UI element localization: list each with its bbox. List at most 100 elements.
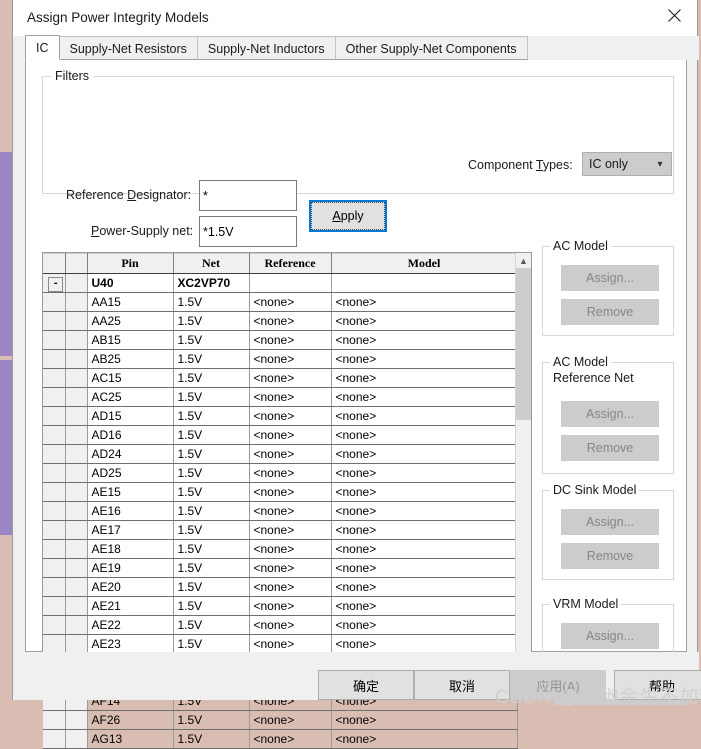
row-expander-cell[interactable] — [43, 368, 66, 388]
tab-ic[interactable]: IC — [25, 35, 60, 60]
row-expander-cell[interactable] — [43, 387, 66, 407]
collapse-icon[interactable]: - — [48, 276, 64, 292]
row-expander-cell[interactable] — [43, 463, 66, 483]
row-expander-cell[interactable] — [43, 501, 66, 521]
row-select-cell[interactable] — [65, 311, 88, 331]
ac-model-remove-button[interactable]: Remove — [561, 299, 659, 325]
table-row[interactable]: AB25 1.5V <none> <none> — [43, 349, 518, 369]
tab-supply-net-inductors[interactable]: Supply-Net Inductors — [196, 36, 336, 60]
row-select-cell[interactable] — [65, 425, 88, 445]
chevron-up-icon[interactable]: ▲ — [516, 253, 531, 268]
vertical-scroll-thumb[interactable] — [516, 268, 531, 420]
row-expander-cell[interactable] — [43, 349, 66, 369]
row-select-cell[interactable] — [65, 368, 88, 388]
row-expander-cell[interactable] — [43, 577, 66, 597]
row-select-cell[interactable] — [65, 615, 88, 635]
row-select-cell[interactable] — [65, 292, 88, 312]
row-expander-cell[interactable] — [43, 482, 66, 502]
column-header-reference[interactable]: Reference — [249, 253, 332, 274]
table-row[interactable]: AD25 1.5V <none> <none> — [43, 463, 518, 483]
close-icon[interactable] — [652, 0, 697, 30]
row-select-cell[interactable] — [65, 558, 88, 578]
dc-sink-model-remove-button[interactable]: Remove — [561, 543, 659, 569]
table-row[interactable]: AF26 1.5V <none> <none> — [43, 710, 518, 730]
row-expander-cell[interactable] — [43, 311, 66, 331]
table-row[interactable]: AE20 1.5V <none> <none> — [43, 577, 518, 597]
table-row[interactable]: AC25 1.5V <none> <none> — [43, 387, 518, 407]
row-select-cell[interactable] — [65, 539, 88, 559]
table-row[interactable]: AE18 1.5V <none> <none> — [43, 539, 518, 559]
table-row[interactable]: AG13 1.5V <none> <none> — [43, 729, 518, 749]
power-supply-net-input[interactable] — [199, 216, 297, 247]
row-select-cell[interactable] — [65, 387, 88, 407]
row-select-cell[interactable] — [65, 710, 88, 730]
table-row[interactable]: AD24 1.5V <none> <none> — [43, 444, 518, 464]
table-row[interactable]: AD15 1.5V <none> <none> — [43, 406, 518, 426]
help-button[interactable]: 帮助 — [614, 670, 701, 700]
ac-model-reference-net-remove-button[interactable]: Remove — [561, 435, 659, 461]
row-expander-cell[interactable] — [43, 444, 66, 464]
row-expander-cell[interactable] — [43, 558, 66, 578]
row-expander-cell[interactable] — [43, 615, 66, 635]
row-expander-cell[interactable] — [43, 520, 66, 540]
table-row[interactable]: AE19 1.5V <none> <none> — [43, 558, 518, 578]
row-select-cell[interactable] — [65, 577, 88, 597]
reference-designator-input[interactable] — [199, 180, 297, 211]
row-expander-cell[interactable] — [43, 539, 66, 559]
row-select-cell[interactable] — [65, 729, 88, 749]
ok-button[interactable]: 确定 — [318, 670, 414, 700]
cell-pin: AD24 — [87, 444, 174, 464]
apply-button[interactable]: 应用(A) — [510, 670, 606, 700]
table-row-group[interactable]: - U40 XC2VP70 — [43, 273, 518, 293]
row-select-cell[interactable] — [65, 406, 88, 426]
table-row[interactable]: AC15 1.5V <none> <none> — [43, 368, 518, 388]
row-select-cell[interactable] — [65, 463, 88, 483]
row-expander-cell[interactable]: - — [43, 273, 66, 293]
tab-supply-net-resistors[interactable]: Supply-Net Resistors — [58, 36, 198, 60]
cell-model: <none> — [331, 577, 518, 597]
column-header-model[interactable]: Model — [331, 253, 518, 274]
row-expander-cell[interactable] — [43, 710, 66, 730]
row-select-cell[interactable] — [65, 349, 88, 369]
table-row[interactable]: AA25 1.5V <none> <none> — [43, 311, 518, 331]
row-select-cell[interactable] — [65, 273, 88, 293]
tab-other-supply-net-components[interactable]: Other Supply-Net Components — [334, 36, 528, 60]
vrm-model-assign-button[interactable]: Assign... — [561, 623, 659, 649]
row-expander-cell[interactable] — [43, 292, 66, 312]
row-select-cell[interactable] — [65, 444, 88, 464]
cell-model: <none> — [331, 729, 518, 749]
row-expander-cell[interactable] — [43, 596, 66, 616]
cancel-button[interactable]: 取消 — [414, 670, 510, 700]
row-select-cell[interactable] — [65, 520, 88, 540]
table-row[interactable]: AE23 1.5V <none> <none> — [43, 634, 518, 654]
row-expander-cell[interactable] — [43, 634, 66, 654]
ac-model-assign-button[interactable]: Assign... — [561, 265, 659, 291]
table-row[interactable]: AE17 1.5V <none> <none> — [43, 520, 518, 540]
table-row[interactable]: AE15 1.5V <none> <none> — [43, 482, 518, 502]
row-select-cell[interactable] — [65, 482, 88, 502]
column-header-pin[interactable]: Pin — [87, 253, 174, 274]
column-header-select[interactable] — [43, 253, 66, 274]
row-expander-cell[interactable] — [43, 425, 66, 445]
table-row[interactable]: AB15 1.5V <none> <none> — [43, 330, 518, 350]
apply-filter-button[interactable]: Apply — [309, 200, 387, 232]
row-expander-cell[interactable] — [43, 406, 66, 426]
table-row[interactable]: AD16 1.5V <none> <none> — [43, 425, 518, 445]
row-select-cell[interactable] — [65, 596, 88, 616]
table-row[interactable]: AA15 1.5V <none> <none> — [43, 292, 518, 312]
table-row[interactable]: AE21 1.5V <none> <none> — [43, 596, 518, 616]
grid-vertical-scrollbar[interactable]: ▲ ▼ — [515, 253, 531, 667]
ac-model-reference-net-assign-button[interactable]: Assign... — [561, 401, 659, 427]
row-select-cell[interactable] — [65, 634, 88, 654]
row-select-cell[interactable] — [65, 501, 88, 521]
table-row[interactable]: AE16 1.5V <none> <none> — [43, 501, 518, 521]
table-row[interactable]: AE22 1.5V <none> <none> — [43, 615, 518, 635]
cell-reference: <none> — [249, 444, 332, 464]
column-header-expander[interactable] — [65, 253, 88, 274]
row-select-cell[interactable] — [65, 330, 88, 350]
column-header-net[interactable]: Net — [173, 253, 250, 274]
row-expander-cell[interactable] — [43, 729, 66, 749]
row-expander-cell[interactable] — [43, 330, 66, 350]
dc-sink-model-assign-button[interactable]: Assign... — [561, 509, 659, 535]
component-types-select[interactable]: IC only ▾ — [582, 152, 672, 176]
